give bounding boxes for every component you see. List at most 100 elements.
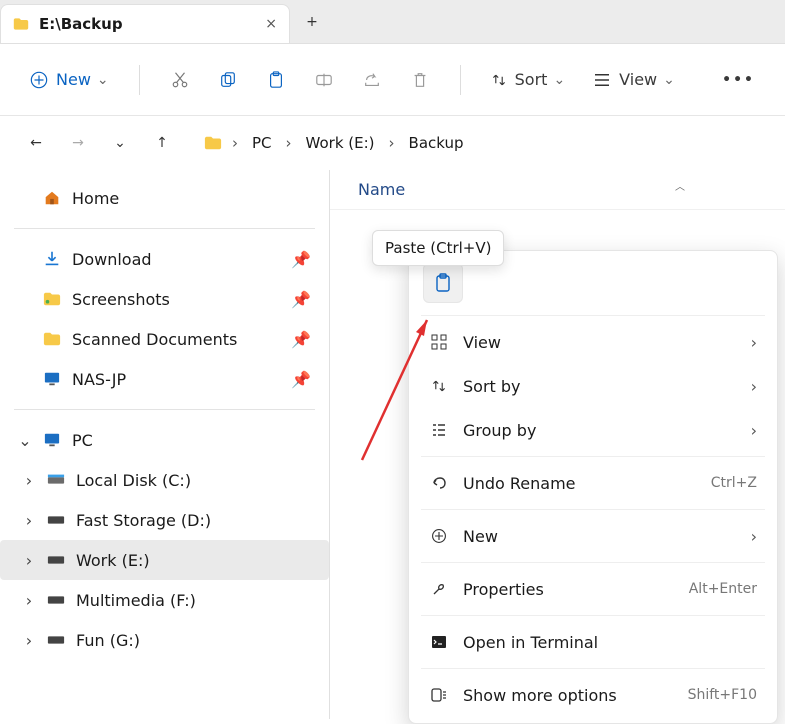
- sidebar-pc-label: PC: [72, 431, 311, 450]
- sidebar-item-label: Local Disk (C:): [76, 471, 311, 490]
- sidebar-item-label: Download: [72, 250, 281, 269]
- sort-label: Sort: [515, 70, 548, 89]
- label: Show more options: [463, 686, 674, 705]
- sidebar-item-label: Screenshots: [72, 290, 281, 309]
- rename-icon: [315, 71, 333, 89]
- terminal-icon: [429, 635, 449, 649]
- plus-circle-icon: [429, 528, 449, 544]
- separator: [421, 456, 765, 457]
- separator: [139, 65, 140, 95]
- rename-button[interactable]: [304, 62, 344, 98]
- chevron-right-icon: ›: [232, 134, 238, 152]
- drive-icon: [46, 471, 66, 489]
- context-paste-button[interactable]: [423, 263, 463, 303]
- separator: [460, 65, 461, 95]
- chevron-down-icon: ⌄: [97, 72, 109, 88]
- context-new[interactable]: New ›: [415, 514, 771, 558]
- sidebar-screenshots[interactable]: › Screenshots 📌: [0, 279, 329, 319]
- folder-icon: [42, 330, 62, 348]
- breadcrumb-pc[interactable]: PC: [248, 130, 276, 156]
- chevron-right-icon: ›: [751, 377, 757, 396]
- sort-button[interactable]: Sort ⌄: [481, 62, 576, 98]
- sidebar-download[interactable]: › Download 📌: [0, 239, 329, 279]
- shortcut: Ctrl+Z: [711, 475, 757, 491]
- context-properties[interactable]: Properties Alt+Enter: [415, 567, 771, 611]
- share-button[interactable]: [352, 62, 392, 98]
- sidebar-drive-g[interactable]: › Fun (G:): [0, 620, 329, 660]
- sidebar-scanned[interactable]: › Scanned Documents 📌: [0, 319, 329, 359]
- sidebar: › Home › Download 📌 › Screenshots 📌 › Sc…: [0, 170, 330, 719]
- clipboard-icon: [267, 71, 285, 89]
- chevron-right-icon: ›: [22, 591, 36, 610]
- chevron-right-icon: ›: [22, 631, 36, 650]
- sidebar-pc[interactable]: ⌄ PC: [0, 420, 329, 460]
- more-button[interactable]: •••: [712, 62, 765, 98]
- chevron-right-icon: ›: [286, 134, 292, 152]
- new-button[interactable]: New ⌄: [20, 62, 119, 98]
- breadcrumb[interactable]: › PC › Work (E:) › Backup: [204, 130, 468, 156]
- context-terminal[interactable]: Open in Terminal: [415, 620, 771, 664]
- toolbar: New ⌄ Sort ⌄ View ⌄ •••: [0, 44, 785, 116]
- cut-button[interactable]: [160, 62, 200, 98]
- sidebar-item-label: Fun (G:): [76, 631, 311, 650]
- chevron-right-icon: ›: [22, 511, 36, 530]
- pin-icon: 📌: [291, 370, 311, 389]
- separator: [421, 668, 765, 669]
- forward-button[interactable]: →: [60, 125, 96, 161]
- download-icon: [42, 250, 62, 268]
- separator: [421, 509, 765, 510]
- breadcrumb-backup[interactable]: Backup: [405, 130, 468, 156]
- folder-icon: [42, 290, 62, 308]
- chevron-right-icon: ›: [751, 333, 757, 352]
- separator: [14, 409, 315, 410]
- tab-current[interactable]: E:\Backup ×: [0, 4, 290, 43]
- sidebar-drive-e[interactable]: › Work (E:): [0, 540, 329, 580]
- label: Undo Rename: [463, 474, 697, 493]
- drive-icon: [46, 631, 66, 649]
- chevron-down-icon: ⌄: [553, 72, 565, 88]
- sidebar-home[interactable]: › Home: [0, 178, 329, 218]
- sidebar-drive-c[interactable]: › Local Disk (C:): [0, 460, 329, 500]
- copy-icon: [219, 71, 237, 89]
- sidebar-nas[interactable]: › NAS-JP 📌: [0, 359, 329, 399]
- column-name-label: Name: [358, 180, 405, 199]
- chevron-right-icon: ›: [751, 421, 757, 440]
- trash-icon: [411, 71, 429, 89]
- plus-circle-icon: [30, 71, 48, 89]
- share-icon: [363, 71, 381, 89]
- label: Sort by: [463, 377, 737, 396]
- plus-icon: +: [306, 14, 318, 30]
- view-button[interactable]: View ⌄: [583, 62, 685, 98]
- label: Group by: [463, 421, 737, 440]
- scissors-icon: [171, 71, 189, 89]
- breadcrumb-work[interactable]: Work (E:): [302, 130, 379, 156]
- sidebar-drive-f[interactable]: › Multimedia (F:): [0, 580, 329, 620]
- up-button[interactable]: ↑: [144, 125, 180, 161]
- sidebar-drive-d[interactable]: › Fast Storage (D:): [0, 500, 329, 540]
- recent-button[interactable]: ⌄: [102, 125, 138, 161]
- context-undo[interactable]: Undo Rename Ctrl+Z: [415, 461, 771, 505]
- sort-asc-icon: ︿: [675, 178, 685, 193]
- new-tab-button[interactable]: +: [290, 0, 334, 43]
- context-group-by[interactable]: Group by ›: [415, 408, 771, 452]
- label: Open in Terminal: [463, 633, 757, 652]
- delete-button[interactable]: [400, 62, 440, 98]
- sidebar-item-label: NAS-JP: [72, 370, 281, 389]
- shortcut: Shift+F10: [688, 687, 757, 703]
- paste-button[interactable]: [256, 62, 296, 98]
- copy-button[interactable]: [208, 62, 248, 98]
- tab-close-button[interactable]: ×: [265, 16, 277, 32]
- back-button[interactable]: ←: [18, 125, 54, 161]
- grid-icon: [429, 334, 449, 350]
- chevron-right-icon: ›: [751, 527, 757, 546]
- group-icon: [429, 422, 449, 438]
- column-header[interactable]: Name ︿: [330, 170, 785, 210]
- tab-title: E:\Backup: [39, 15, 255, 33]
- drive-icon: [46, 511, 66, 529]
- separator: [421, 315, 765, 316]
- context-more-options[interactable]: Show more options Shift+F10: [415, 673, 771, 717]
- context-sort-by[interactable]: Sort by ›: [415, 364, 771, 408]
- context-view[interactable]: View ›: [415, 320, 771, 364]
- chevron-right-icon: ›: [22, 471, 36, 490]
- undo-icon: [429, 475, 449, 491]
